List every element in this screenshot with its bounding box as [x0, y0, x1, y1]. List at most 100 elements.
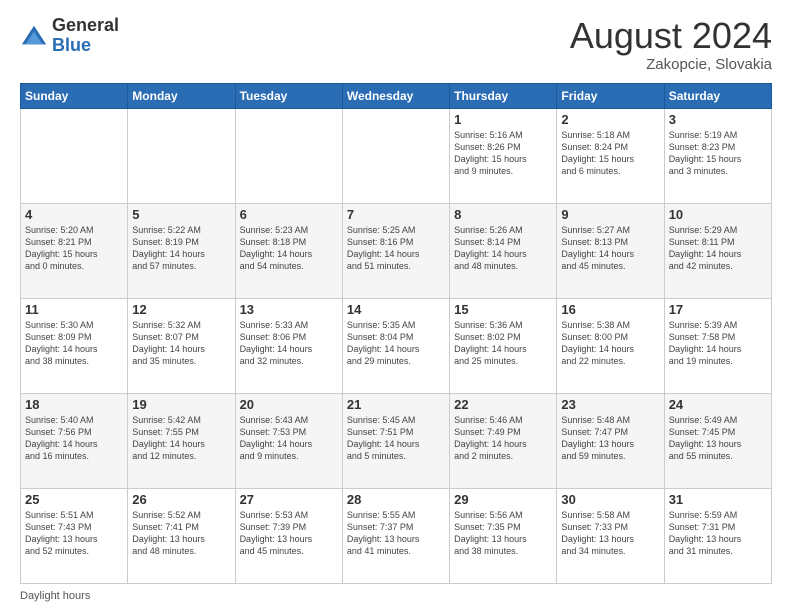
calendar-cell: 16 Sunrise: 5:38 AM Sunset: 8:00 PM Dayli… [557, 298, 664, 393]
day-info: Sunrise: 5:18 AM Sunset: 8:24 PM Dayligh… [561, 129, 659, 178]
weekday-header-saturday: Saturday [664, 83, 771, 108]
day-info: Sunrise: 5:26 AM Sunset: 8:14 PM Dayligh… [454, 224, 552, 273]
day-number: 30 [561, 492, 659, 507]
weekday-header-monday: Monday [128, 83, 235, 108]
day-number: 13 [240, 302, 338, 317]
header: General Blue August 2024 Zakopcie, Slova… [20, 16, 772, 73]
calendar-cell: 6 Sunrise: 5:23 AM Sunset: 8:18 PM Daylig… [235, 203, 342, 298]
day-info: Sunrise: 5:29 AM Sunset: 8:11 PM Dayligh… [669, 224, 767, 273]
day-info: Sunrise: 5:39 AM Sunset: 7:58 PM Dayligh… [669, 319, 767, 368]
calendar-cell: 31 Sunrise: 5:59 AM Sunset: 7:31 PM Dayli… [664, 488, 771, 583]
day-number: 27 [240, 492, 338, 507]
day-info: Sunrise: 5:43 AM Sunset: 7:53 PM Dayligh… [240, 414, 338, 463]
calendar-cell: 8 Sunrise: 5:26 AM Sunset: 8:14 PM Daylig… [450, 203, 557, 298]
day-number: 18 [25, 397, 123, 412]
day-info: Sunrise: 5:16 AM Sunset: 8:26 PM Dayligh… [454, 129, 552, 178]
day-number: 19 [132, 397, 230, 412]
day-number: 22 [454, 397, 552, 412]
logo-icon [20, 22, 48, 50]
week-row-3: 11 Sunrise: 5:30 AM Sunset: 8:09 PM Dayli… [21, 298, 772, 393]
day-number: 15 [454, 302, 552, 317]
calendar-cell: 28Sunrise: 5:55 AM Sunset: 7:37 PM Dayli… [342, 488, 449, 583]
weekday-header-friday: Friday [557, 83, 664, 108]
location: Zakopcie, Slovakia [570, 56, 772, 73]
page: General Blue August 2024 Zakopcie, Slova… [0, 0, 792, 612]
day-number: 31 [669, 492, 767, 507]
day-info: Sunrise: 5:59 AM Sunset: 7:31 PM Dayligh… [669, 509, 767, 558]
day-info: Sunrise: 5:42 AM Sunset: 7:55 PM Dayligh… [132, 414, 230, 463]
day-number: 23 [561, 397, 659, 412]
calendar-cell: 29Sunrise: 5:56 AM Sunset: 7:35 PM Dayli… [450, 488, 557, 583]
calendar-cell: 14 Sunrise: 5:35 AM Sunset: 8:04 PM Dayli… [342, 298, 449, 393]
day-number: 28 [347, 492, 445, 507]
day-info: Sunrise: 5:51 AM Sunset: 7:43 PM Dayligh… [25, 509, 123, 558]
daylight-label: Daylight hours [20, 590, 90, 602]
day-info: Sunrise: 5:46 AM Sunset: 7:49 PM Dayligh… [454, 414, 552, 463]
day-number: 11 [25, 302, 123, 317]
calendar-cell: 15 Sunrise: 5:36 AM Sunset: 8:02 PM Dayli… [450, 298, 557, 393]
logo-general-text: General [52, 15, 119, 35]
day-number: 6 [240, 207, 338, 222]
day-number: 16 [561, 302, 659, 317]
calendar-cell: 22 Sunrise: 5:46 AM Sunset: 7:49 PM Dayli… [450, 393, 557, 488]
day-info: Sunrise: 5:53 AM Sunset: 7:39 PM Dayligh… [240, 509, 338, 558]
calendar-cell: 4 Sunrise: 5:20 AM Sunset: 8:21 PM Daylig… [21, 203, 128, 298]
day-number: 4 [25, 207, 123, 222]
day-info: Sunrise: 5:20 AM Sunset: 8:21 PM Dayligh… [25, 224, 123, 273]
day-info: Sunrise: 5:52 AM Sunset: 7:41 PM Dayligh… [132, 509, 230, 558]
weekday-header-tuesday: Tuesday [235, 83, 342, 108]
logo: General Blue [20, 16, 119, 56]
day-info: Sunrise: 5:40 AM Sunset: 7:56 PM Dayligh… [25, 414, 123, 463]
calendar-cell: 27 Sunrise: 5:53 AM Sunset: 7:39 PM Dayli… [235, 488, 342, 583]
day-number: 7 [347, 207, 445, 222]
day-number: 5 [132, 207, 230, 222]
day-number: 10 [669, 207, 767, 222]
day-number: 24 [669, 397, 767, 412]
calendar-cell: 25Sunrise: 5:51 AM Sunset: 7:43 PM Dayli… [21, 488, 128, 583]
calendar-cell: 2Sunrise: 5:18 AM Sunset: 8:24 PM Daylig… [557, 108, 664, 203]
weekday-header-row: SundayMondayTuesdayWednesdayThursdayFrid… [21, 83, 772, 108]
day-info: Sunrise: 5:35 AM Sunset: 8:04 PM Dayligh… [347, 319, 445, 368]
day-number: 21 [347, 397, 445, 412]
day-info: Sunrise: 5:48 AM Sunset: 7:47 PM Dayligh… [561, 414, 659, 463]
day-info: Sunrise: 5:36 AM Sunset: 8:02 PM Dayligh… [454, 319, 552, 368]
day-info: Sunrise: 5:30 AM Sunset: 8:09 PM Dayligh… [25, 319, 123, 368]
calendar-cell: 21 Sunrise: 5:45 AM Sunset: 7:51 PM Dayli… [342, 393, 449, 488]
calendar-cell: 17 Sunrise: 5:39 AM Sunset: 7:58 PM Dayli… [664, 298, 771, 393]
weekday-header-sunday: Sunday [21, 83, 128, 108]
month-title: August 2024 [570, 16, 772, 56]
day-info: Sunrise: 5:19 AM Sunset: 8:23 PM Dayligh… [669, 129, 767, 178]
calendar-cell: 12Sunrise: 5:32 AM Sunset: 8:07 PM Dayli… [128, 298, 235, 393]
weekday-header-wednesday: Wednesday [342, 83, 449, 108]
day-number: 29 [454, 492, 552, 507]
day-info: Sunrise: 5:27 AM Sunset: 8:13 PM Dayligh… [561, 224, 659, 273]
calendar-cell: 13 Sunrise: 5:33 AM Sunset: 8:06 PM Dayli… [235, 298, 342, 393]
day-number: 20 [240, 397, 338, 412]
calendar-cell [21, 108, 128, 203]
calendar-cell [235, 108, 342, 203]
calendar-cell: 20 Sunrise: 5:43 AM Sunset: 7:53 PM Dayli… [235, 393, 342, 488]
day-info: Sunrise: 5:25 AM Sunset: 8:16 PM Dayligh… [347, 224, 445, 273]
calendar-cell [128, 108, 235, 203]
calendar-cell: 10 Sunrise: 5:29 AM Sunset: 8:11 PM Dayli… [664, 203, 771, 298]
calendar-cell: 19 Sunrise: 5:42 AM Sunset: 7:55 PM Dayli… [128, 393, 235, 488]
day-number: 17 [669, 302, 767, 317]
day-info: Sunrise: 5:23 AM Sunset: 8:18 PM Dayligh… [240, 224, 338, 273]
logo-blue-text: Blue [52, 35, 91, 55]
day-info: Sunrise: 5:38 AM Sunset: 8:00 PM Dayligh… [561, 319, 659, 368]
day-number: 14 [347, 302, 445, 317]
day-info: Sunrise: 5:45 AM Sunset: 7:51 PM Dayligh… [347, 414, 445, 463]
week-row-2: 4 Sunrise: 5:20 AM Sunset: 8:21 PM Daylig… [21, 203, 772, 298]
calendar-cell [342, 108, 449, 203]
day-info: Sunrise: 5:32 AM Sunset: 8:07 PM Dayligh… [132, 319, 230, 368]
week-row-4: 18 Sunrise: 5:40 AM Sunset: 7:56 PM Dayli… [21, 393, 772, 488]
day-number: 8 [454, 207, 552, 222]
weekday-header-thursday: Thursday [450, 83, 557, 108]
day-info: Sunrise: 5:33 AM Sunset: 8:06 PM Dayligh… [240, 319, 338, 368]
calendar-table: SundayMondayTuesdayWednesdayThursdayFrid… [20, 83, 772, 584]
day-number: 26 [132, 492, 230, 507]
calendar-cell: 18 Sunrise: 5:40 AM Sunset: 7:56 PM Dayli… [21, 393, 128, 488]
day-info: Sunrise: 5:58 AM Sunset: 7:33 PM Dayligh… [561, 509, 659, 558]
calendar-cell: 11 Sunrise: 5:30 AM Sunset: 8:09 PM Dayli… [21, 298, 128, 393]
calendar-cell: 7 Sunrise: 5:25 AM Sunset: 8:16 PM Daylig… [342, 203, 449, 298]
